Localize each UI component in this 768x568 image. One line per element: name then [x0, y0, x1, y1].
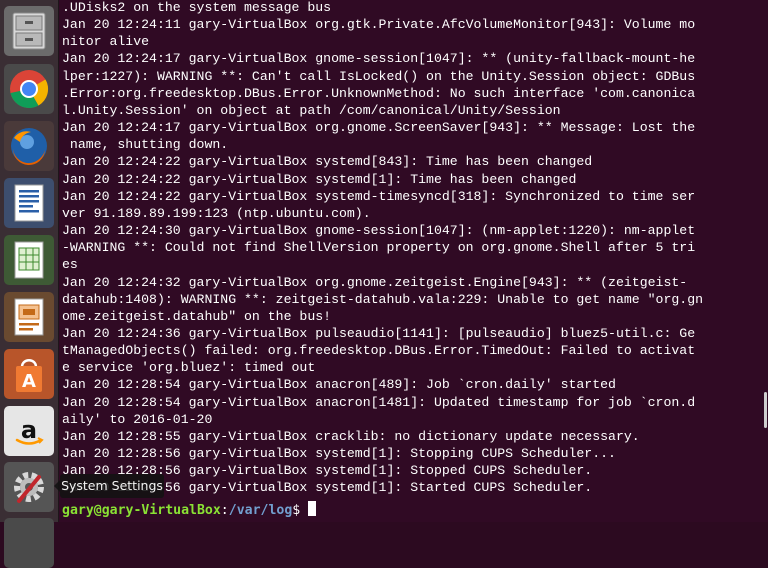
launcher-item-chrome[interactable] — [4, 64, 54, 114]
software-center-bag-icon: A — [16, 359, 42, 392]
terminal-line: lper:1227): WARNING **: Can't call IsLoc… — [62, 68, 696, 84]
terminal-line: datahub:1408): WARNING **: zeitgeist-dat… — [62, 291, 704, 307]
firefox-icon — [11, 128, 47, 166]
terminal-line: nitor alive — [62, 34, 150, 50]
terminal-line: .UDisks2 on the system message bus — [62, 0, 332, 15]
terminal-window[interactable]: .UDisks2 on the system message bus Jan 20… — [59, 0, 768, 522]
amazon-icon: a — [15, 416, 44, 445]
scrollbar[interactable] — [764, 392, 767, 428]
terminal-line: Jan 20 12:24:30 gary-VirtualBox gnome-se… — [62, 223, 696, 239]
terminal-line: Jan 20 12:28:56 gary-VirtualBox systemd[… — [62, 446, 616, 462]
terminal-line: l.Unity.Session' on object at path /com/… — [62, 102, 561, 118]
terminal-line: .Error:org.freedesktop.DBus.Error.Unknow… — [62, 85, 696, 101]
terminal-line: Jan 20 12:28:54 gary-VirtualBox anacron[… — [62, 377, 616, 393]
svg-text:a: a — [21, 416, 37, 444]
terminal-line: Jan 20 12:28:54 gary-VirtualBox anacron[… — [62, 394, 696, 410]
file-cabinet-icon — [12, 12, 46, 50]
launcher-item-writer[interactable] — [4, 178, 54, 228]
terminal-output: .UDisks2 on the system message bus Jan 20… — [62, 0, 703, 497]
settings-gear-wrench-icon — [14, 472, 44, 503]
launcher-item-impress[interactable] — [4, 292, 54, 342]
prompt-separator: : — [220, 503, 229, 518]
terminal-line: es — [62, 257, 78, 273]
terminal-line: Jan 20 12:24:32 gary-VirtualBox org.gnom… — [62, 274, 688, 290]
unity-launcher: A a — [0, 0, 59, 568]
terminal-line: Jan 20 12:28:55 gary-VirtualBox cracklib… — [62, 428, 640, 444]
chrome-icon — [10, 70, 49, 109]
launcher-item-amazon[interactable]: a — [4, 406, 54, 456]
calc-spreadsheet-icon — [14, 241, 44, 279]
terminal-line: ome.zeitgeist.datahub" on the bus! — [62, 308, 332, 324]
terminal-line: Jan 20 12:24:22 gary-VirtualBox systemd-… — [62, 188, 696, 204]
terminal-line: e service 'org.bluez': timed out — [62, 360, 316, 376]
svg-text:A: A — [22, 371, 36, 392]
terminal-line: Jan 20 12:24:17 gary-VirtualBox gnome-se… — [62, 51, 696, 67]
terminal-line: Jan 20 12:24:11 gary-VirtualBox org.gtk.… — [62, 17, 696, 33]
launcher-tooltip: System Settings — [54, 474, 164, 498]
terminal-line: name, shutting down. — [62, 137, 229, 153]
terminal-line: -WARNING **: Could not find ShellVersion… — [62, 240, 696, 256]
terminal-line: Jan 20 12:24:17 gary-VirtualBox org.gnom… — [62, 120, 696, 136]
prompt-symbol: $ — [292, 503, 309, 518]
writer-document-icon — [14, 184, 44, 222]
text-cursor — [308, 501, 317, 516]
prompt-path: /var/log — [228, 503, 293, 518]
launcher-item-files[interactable] — [4, 6, 54, 56]
shell-prompt[interactable]: gary@gary-VirtualBox:/var/log$ — [62, 501, 317, 519]
terminal-line: Jan 20 12:24:36 gary-VirtualBox pulseaud… — [62, 325, 696, 341]
launcher-item-firefox[interactable] — [4, 121, 54, 171]
launcher-item-software-center[interactable]: A — [4, 349, 54, 399]
impress-presentation-icon — [14, 298, 44, 336]
launcher-item-next-partial[interactable] — [4, 518, 54, 568]
launcher-item-calc[interactable] — [4, 235, 54, 285]
prompt-user-host: gary@gary-VirtualBox — [62, 503, 221, 518]
terminal-line: aily' to 2016-01-20 — [62, 411, 213, 427]
terminal-line: Jan 20 12:24:22 gary-VirtualBox systemd[… — [62, 154, 593, 170]
terminal-line: ver 91.189.89.199:123 (ntp.ubuntu.com). — [62, 205, 371, 221]
terminal-line: Jan 20 12:24:22 gary-VirtualBox systemd[… — [62, 171, 577, 187]
launcher-item-system-settings[interactable] — [4, 462, 54, 512]
terminal-line: tManagedObjects() failed: org.freedeskto… — [62, 343, 696, 359]
